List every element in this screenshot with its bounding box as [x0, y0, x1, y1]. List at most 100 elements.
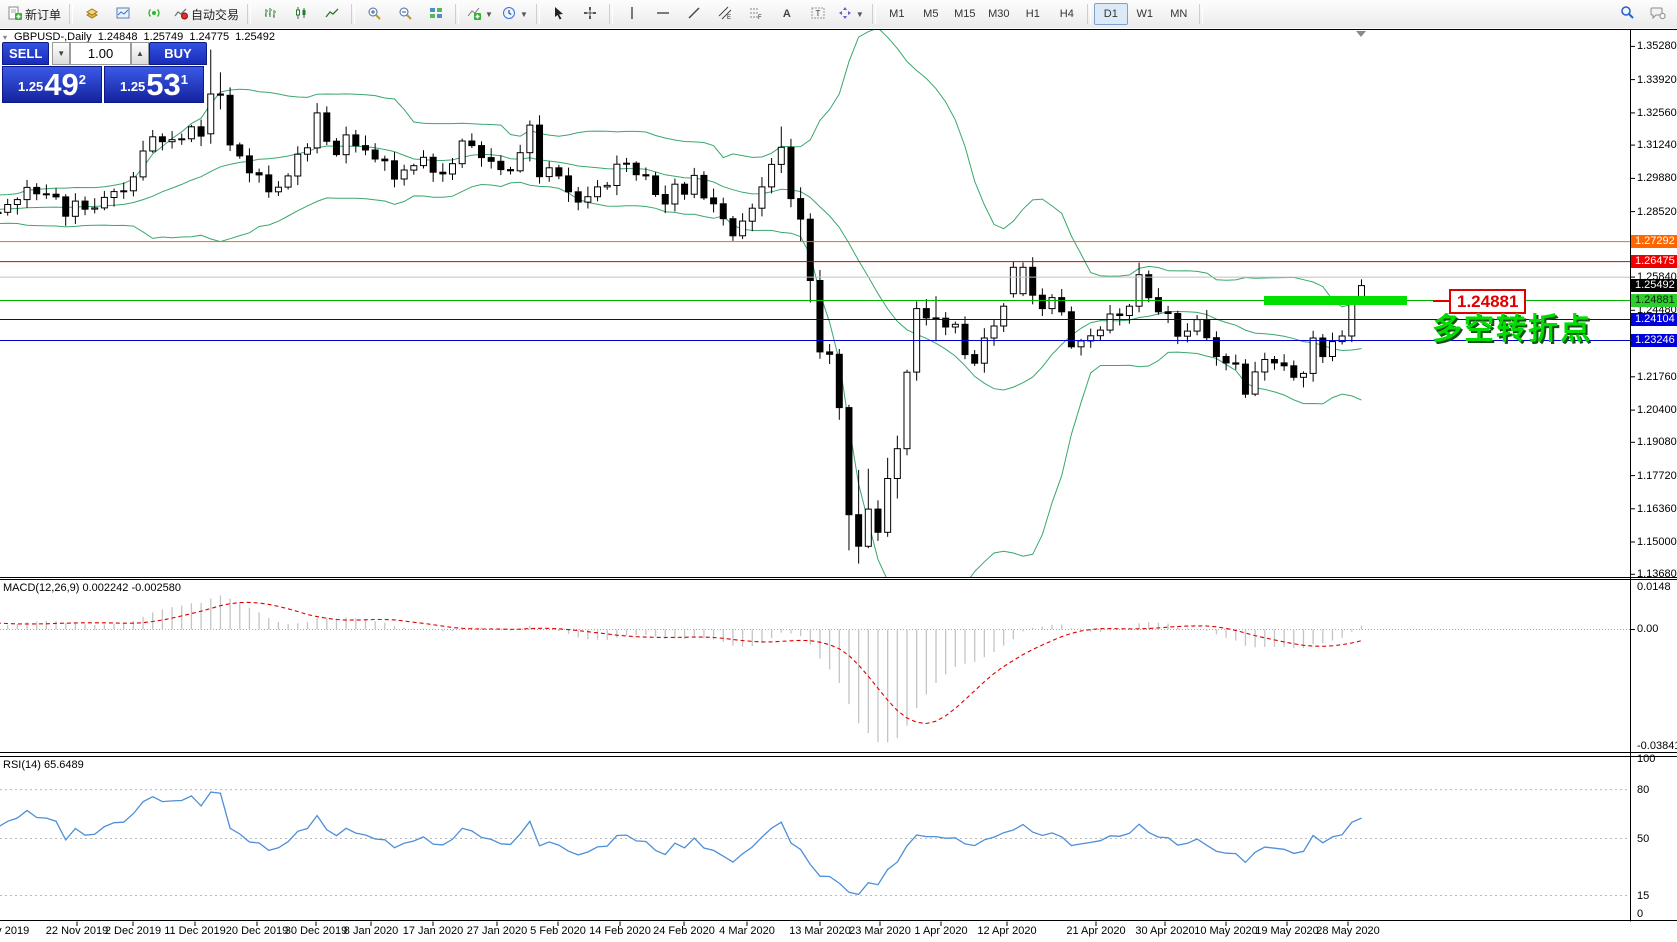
trendline-icon: [687, 6, 701, 23]
toolbar-separator: [608, 4, 613, 24]
tile-windows-button[interactable]: [421, 2, 451, 26]
rsi-label: RSI(14) 65.6489: [3, 759, 84, 771]
text-button[interactable]: A: [772, 2, 802, 26]
main-toolbar: 新订单 自动交易 ▼ ▼ E F A T ▼ M1 M5 M15 M30 H1 H4 D1 W…: [0, 0, 1677, 28]
rsi-level-label: 80: [1637, 783, 1650, 796]
timeframe-w1-button[interactable]: W1: [1128, 3, 1162, 25]
sell-price-small: 1.25: [17, 79, 44, 94]
price-badge: 1.23246: [1631, 334, 1677, 347]
layouts-button[interactable]: [77, 2, 107, 26]
price-badge: 1.27292: [1631, 235, 1677, 249]
rsi-axis-min-label: 0: [1637, 908, 1644, 920]
macd-label: MACD(12,26,9) 0.002242 -0.002580: [3, 582, 181, 594]
date-label: 28 May 2020: [1316, 925, 1380, 937]
volume-decrease-button[interactable]: ▼: [52, 42, 71, 65]
text-label-button[interactable]: T: [803, 2, 833, 26]
arrows-button[interactable]: ▼: [834, 2, 868, 26]
timeframe-m5-button[interactable]: M5: [914, 3, 948, 25]
sell-price-sup: 2: [78, 72, 87, 87]
signal-icon: [147, 6, 161, 23]
toolbar-separator: [871, 4, 876, 24]
timeframe-h1-button[interactable]: H1: [1016, 3, 1050, 25]
dropdown-arrow-icon: ▼: [485, 9, 493, 19]
turning-point-annotation[interactable]: 多空转折点: [1432, 304, 1592, 348]
new-order-button[interactable]: 新订单: [4, 2, 65, 26]
clock-icon: [502, 6, 516, 23]
trendline-button[interactable]: [679, 2, 709, 26]
price-tick-label: 1.19080: [1637, 436, 1677, 449]
timeframe-m1-button[interactable]: M1: [880, 3, 914, 25]
periods-button[interactable]: ▼: [498, 2, 532, 26]
vertical-line-button[interactable]: [617, 2, 647, 26]
horizontal-line-button[interactable]: [648, 2, 678, 26]
toolbar-separator: [1198, 4, 1203, 24]
buy-button[interactable]: BUY: [148, 42, 207, 65]
auto-trading-button[interactable]: 自动交易: [170, 2, 243, 26]
toolbar-separator: [535, 4, 540, 24]
toolbar-separator: [455, 4, 460, 24]
svg-text:F: F: [758, 15, 762, 20]
cursor-icon: [552, 6, 566, 23]
text-icon: A: [782, 8, 791, 20]
date-label: 20 Dec 2019: [225, 925, 289, 937]
timeframe-m15-button[interactable]: M15: [948, 3, 982, 25]
chart-window-icon: [116, 6, 130, 23]
volume-increase-button[interactable]: ▲: [131, 42, 149, 65]
date-label: 27 Jan 2020: [466, 925, 528, 937]
cursor-button[interactable]: [544, 2, 574, 26]
svg-text:E: E: [727, 15, 731, 20]
price-tick-label: 1.17720: [1637, 469, 1677, 482]
date-label: 14 Feb 2020: [589, 925, 651, 937]
sell-button[interactable]: SELL: [2, 42, 50, 65]
indicators-button[interactable]: ▼: [463, 2, 497, 26]
price-tick-label: 1.21760: [1637, 370, 1677, 383]
price-badge: 1.24881: [1631, 294, 1677, 308]
sell-price-box[interactable]: 1.25 49 2: [2, 66, 102, 103]
search-button[interactable]: [1612, 2, 1642, 26]
zoom-out-icon: [398, 6, 412, 23]
rsi-axis-max-label: 100: [1637, 753, 1656, 765]
price-tick-label: 1.28520: [1637, 205, 1677, 218]
date-label: 30 Dec 2019: [284, 925, 348, 937]
signals-button[interactable]: [139, 2, 169, 26]
chart-shift-marker[interactable]: [1356, 31, 1367, 37]
bar-chart-button[interactable]: [255, 2, 285, 26]
bar-chart-icon: [263, 6, 277, 23]
fibonacci-button[interactable]: F: [741, 2, 771, 26]
charts-button[interactable]: [108, 2, 138, 26]
price-tick-label: 1.33920: [1637, 73, 1677, 86]
date-label: 30 Apr 2020: [1135, 925, 1195, 937]
timeframe-h4-button[interactable]: H4: [1050, 3, 1084, 25]
buy-price-big: 53: [146, 67, 181, 102]
crosshair-button[interactable]: [575, 2, 605, 26]
svg-text:T: T: [815, 9, 820, 18]
date-label: 19 May 2020: [1255, 925, 1319, 937]
date-label: 17 Jan 2020: [402, 925, 464, 937]
toolbar-separator: [351, 4, 356, 24]
date-label: 5 Feb 2020: [530, 925, 586, 937]
date-label: 22 Nov 2019: [45, 925, 109, 937]
date-label: 11 Dec 2019: [164, 925, 226, 937]
auto-trading-label: 自动交易: [191, 7, 240, 22]
timeframe-bar: M1 M5 M15 M30 H1 H4 D1 W1 MN: [880, 3, 1206, 25]
vertical-line-icon: [625, 6, 639, 23]
toolbar-separator: [247, 4, 252, 24]
date-label: 21 Apr 2020: [1066, 925, 1126, 937]
price-tick-label: 1.35280: [1637, 40, 1677, 53]
equidistant-channel-button[interactable]: E: [710, 2, 740, 26]
one-click-collapse-icon[interactable]: ▾: [3, 33, 7, 42]
timeframe-m30-button[interactable]: M30: [982, 3, 1016, 25]
date-label: 23 Mar 2020: [849, 925, 911, 937]
zoom-out-button[interactable]: [390, 2, 420, 26]
timeframe-mn-button[interactable]: MN: [1162, 3, 1196, 25]
price-badge: 1.26475: [1631, 255, 1677, 269]
buy-price-box[interactable]: 1.25 53 1: [104, 66, 204, 103]
zoom-in-button[interactable]: [359, 2, 389, 26]
price-tick-label: 1.32560: [1637, 106, 1677, 119]
chat-button[interactable]: [1643, 2, 1673, 26]
candlestick-chart-button[interactable]: [286, 2, 316, 26]
line-chart-button[interactable]: [317, 2, 347, 26]
timeframe-d1-button[interactable]: D1: [1093, 3, 1128, 25]
rsi-level-label: 50: [1637, 832, 1650, 845]
crosshair-icon: [583, 6, 597, 23]
